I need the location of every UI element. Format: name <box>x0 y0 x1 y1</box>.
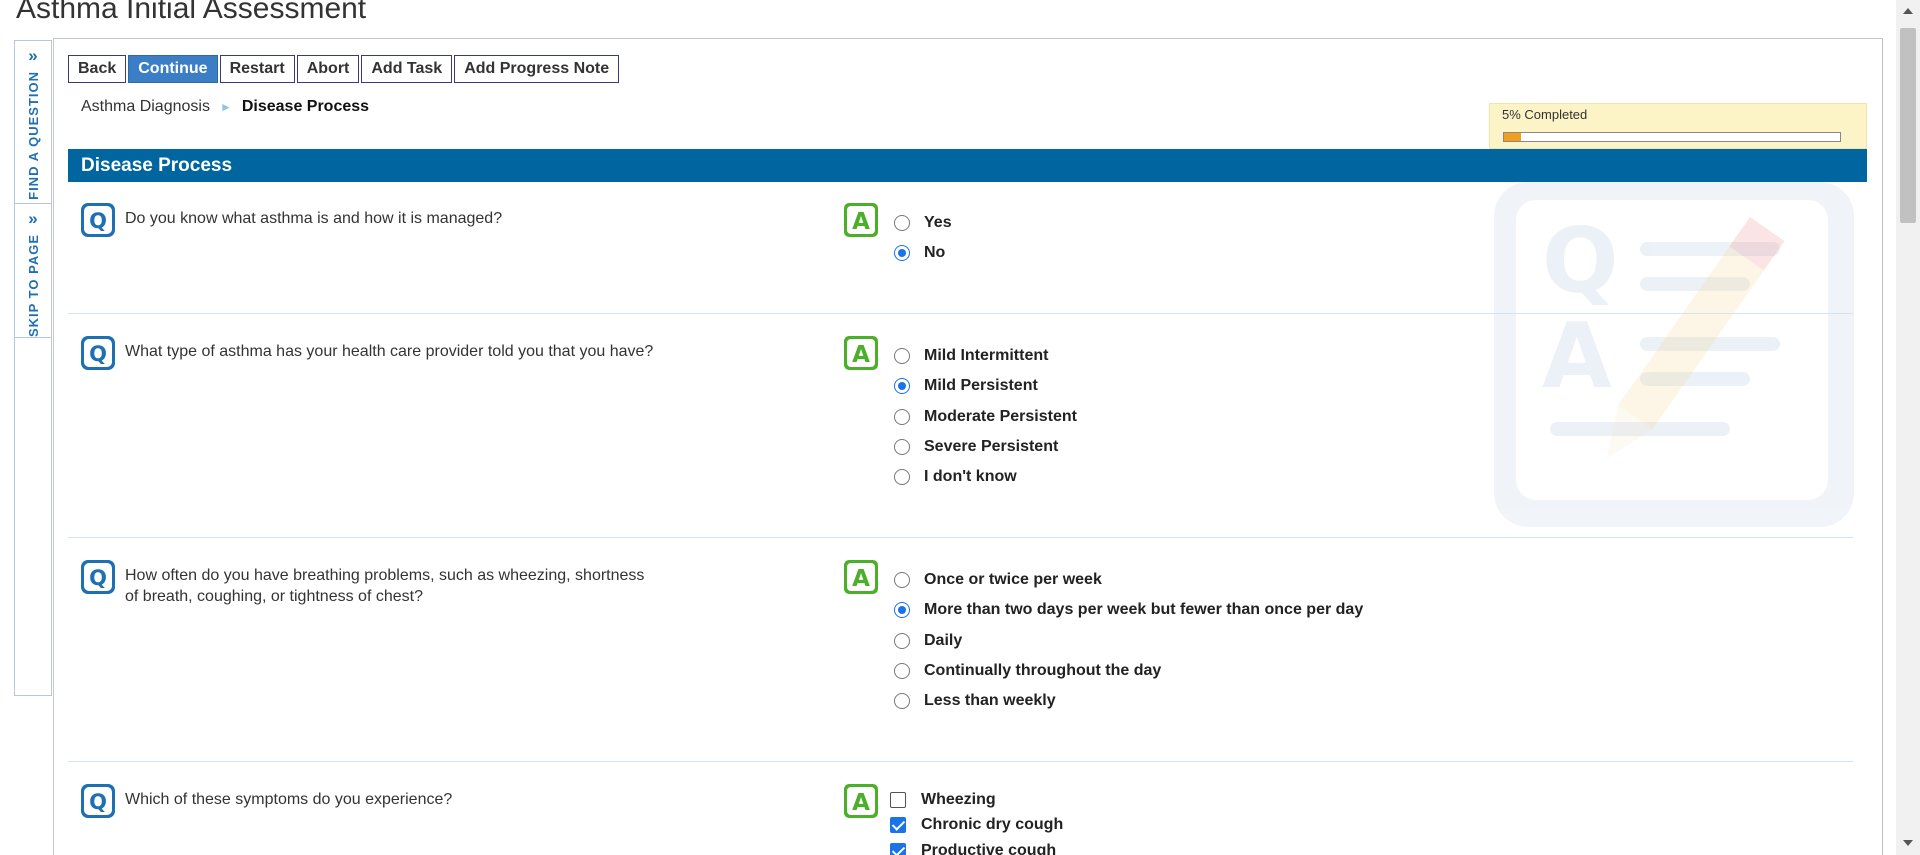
answer-options: Once or twice per week More than two day… <box>894 565 1363 716</box>
add-task-button[interactable]: Add Task <box>361 55 453 83</box>
question-row: Q Do you know what asthma is and how it … <box>68 202 1853 314</box>
radio-option[interactable]: Moderate Persistent <box>894 402 1077 432</box>
radio-button[interactable] <box>894 663 910 680</box>
scrollbar-thumb[interactable] <box>1900 28 1916 223</box>
checkbox[interactable] <box>890 842 906 855</box>
radio-option[interactable]: Yes <box>894 208 952 238</box>
svg-text:A: A <box>852 209 870 235</box>
continue-button[interactable]: Continue <box>128 55 218 83</box>
question-icon: Q <box>81 203 115 237</box>
breadcrumb-item-current: Disease Process <box>241 98 370 115</box>
question-text-line: How often do you have breathing problems… <box>125 567 645 584</box>
double-chevron-icon: » <box>28 46 38 65</box>
radio-button[interactable] <box>894 378 910 395</box>
radio-button[interactable] <box>894 215 910 232</box>
question-text: How often do you have breathing problems… <box>125 565 685 607</box>
scroll-down-arrow-icon[interactable] <box>1903 840 1913 846</box>
radio-button[interactable] <box>894 348 910 365</box>
question-text-line: of breath, coughing, or tightness of che… <box>125 588 423 605</box>
radio-button[interactable] <box>894 469 910 486</box>
answer-options: Yes No <box>894 208 952 269</box>
side-tab-divider <box>15 337 51 338</box>
scroll-up-arrow-icon[interactable] <box>1903 8 1913 14</box>
svg-text:Q: Q <box>89 566 107 590</box>
question-text: What type of asthma has your health care… <box>125 343 654 360</box>
answer-icon: A <box>844 203 878 237</box>
radio-option[interactable]: Continually throughout the day <box>894 656 1363 686</box>
question-icon: Q <box>81 560 115 594</box>
svg-text:A: A <box>852 790 870 816</box>
radio-option[interactable]: Mild Intermittent <box>894 341 1077 371</box>
answer-icon: A <box>844 784 878 818</box>
svg-text:A: A <box>852 566 870 592</box>
side-tabs: » FIND A QUESTION » SKIP TO PAGE <box>14 40 52 696</box>
progress-bar <box>1503 132 1841 142</box>
radio-option[interactable]: No <box>894 238 952 268</box>
chevron-right-icon: ► <box>219 100 232 114</box>
radio-button[interactable] <box>894 602 910 619</box>
radio-option[interactable]: More than two days per week but fewer th… <box>894 595 1363 625</box>
radio-button[interactable] <box>894 572 910 589</box>
question-icon: Q <box>81 336 115 370</box>
answer-options: Wheezing Chronic dry cough Productive co… <box>890 787 1063 855</box>
progress-label: 5% Completed <box>1502 107 1588 122</box>
question-icon: Q <box>81 784 115 818</box>
radio-option[interactable]: Once or twice per week <box>894 565 1363 595</box>
radio-option[interactable]: Severe Persistent <box>894 432 1077 462</box>
svg-text:Q: Q <box>89 790 107 814</box>
svg-text:A: A <box>852 342 870 368</box>
find-question-label: FIND A QUESTION <box>25 71 41 200</box>
toolbar: Back Continue Restart Abort Add Task Add… <box>68 55 620 83</box>
vertical-scrollbar[interactable] <box>1896 0 1920 855</box>
skip-to-page-label: SKIP TO PAGE <box>25 234 41 338</box>
restart-button[interactable]: Restart <box>219 55 295 83</box>
radio-button[interactable] <box>894 245 910 262</box>
question-row: Q What type of asthma has your health ca… <box>68 335 1853 538</box>
checkbox[interactable] <box>890 791 906 808</box>
question-row: Q How often do you have breathing proble… <box>68 559 1853 762</box>
abort-button[interactable]: Abort <box>296 55 360 83</box>
svg-text:Q: Q <box>89 342 107 366</box>
radio-button[interactable] <box>894 693 910 710</box>
breadcrumb: Asthma Diagnosis ► Disease Process <box>81 98 369 116</box>
checkbox-option[interactable]: Wheezing <box>890 787 1063 813</box>
answer-icon: A <box>844 560 878 594</box>
answer-options: Mild Intermittent Mild Persistent Modera… <box>894 341 1077 492</box>
progress-bar-fill <box>1504 133 1521 141</box>
add-progress-note-button[interactable]: Add Progress Note <box>454 55 620 83</box>
radio-button[interactable] <box>894 632 910 649</box>
answer-icon: A <box>844 336 878 370</box>
question-text: Do you know what asthma is and how it is… <box>125 210 503 227</box>
breadcrumb-item-asthma-diagnosis[interactable]: Asthma Diagnosis <box>81 98 210 116</box>
double-chevron-icon: » <box>28 209 38 228</box>
checkbox[interactable] <box>890 817 906 834</box>
svg-text:Q: Q <box>89 209 107 233</box>
page-title: Asthma Initial Assessment <box>16 0 367 25</box>
radio-option[interactable]: Mild Persistent <box>894 371 1077 401</box>
question-text: Which of these symptoms do you experienc… <box>125 791 453 808</box>
progress-panel: 5% Completed <box>1489 103 1867 149</box>
radio-button[interactable] <box>894 439 910 456</box>
back-button[interactable]: Back <box>68 55 127 83</box>
radio-option[interactable]: Daily <box>894 626 1363 656</box>
checkbox-option[interactable]: Productive cough <box>890 838 1063 855</box>
find-question-tab[interactable]: » FIND A QUESTION <box>15 41 51 200</box>
section-header: Disease Process <box>68 149 1867 182</box>
checkbox-option[interactable]: Chronic dry cough <box>890 813 1063 839</box>
skip-to-page-tab[interactable]: » SKIP TO PAGE <box>15 204 51 337</box>
radio-button[interactable] <box>894 408 910 425</box>
radio-option[interactable]: Less than weekly <box>894 686 1363 716</box>
radio-option[interactable]: I don't know <box>894 462 1077 492</box>
question-row: Q Which of these symptoms do you experie… <box>68 783 1853 855</box>
